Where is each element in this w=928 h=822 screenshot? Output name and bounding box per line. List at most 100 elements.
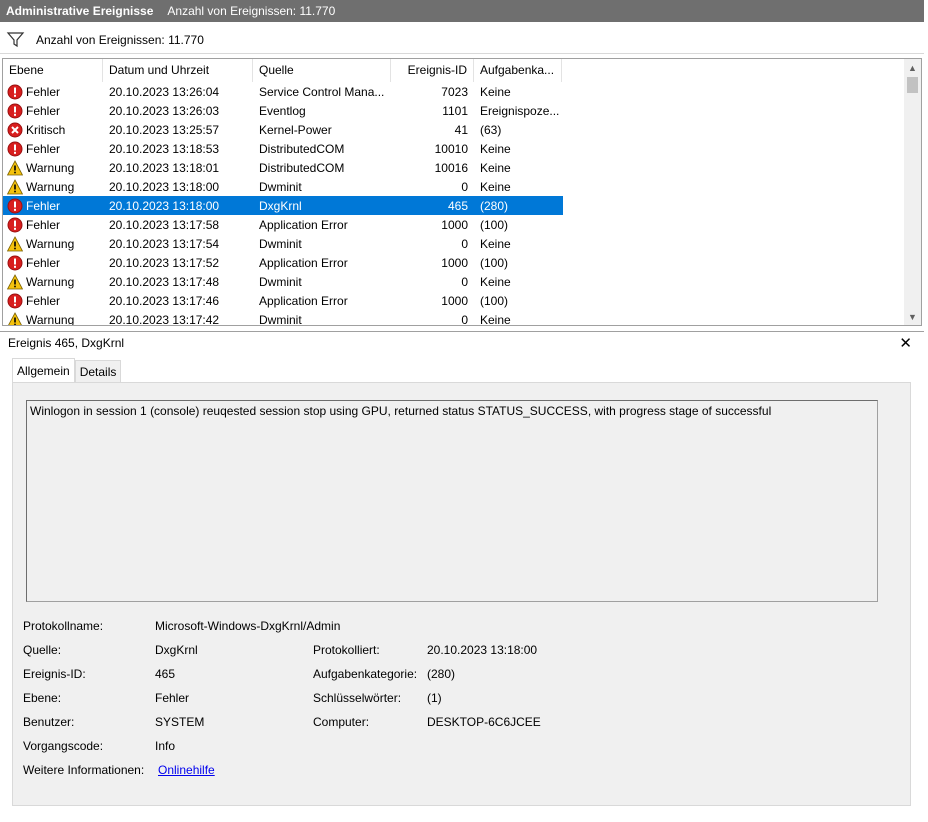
error-icon [7,217,23,233]
event-level-cell: Kritisch [3,122,103,138]
warning-icon [7,311,23,325]
event-row[interactable]: Warnung 20.10.2023 13:18:00 Dwminit 0 Keine [3,177,903,196]
event-row[interactable]: Fehler 20.10.2023 13:18:53 DistributedCOM 1… [3,139,903,158]
error-icon [7,293,23,309]
vertical-scrollbar[interactable]: ▲ ▼ [904,59,921,325]
event-row[interactable]: Fehler 20.10.2023 13:26:03 Eventlog 1101 Ere… [3,101,903,120]
tab-details[interactable]: Details [74,360,122,382]
event-level-text: Warnung [26,160,75,175]
computer-label: Computer: [313,715,370,729]
keywords-value[interactable]: (1) [427,691,442,705]
event-level-cell: Fehler [3,217,103,233]
event-task-cell: Keine [480,160,511,175]
level-value[interactable]: Fehler [155,691,189,705]
event-task-cell: (280) [480,198,509,213]
filter-bar: Anzahl von Ereignissen: 11.770 [0,26,924,54]
scroll-thumb[interactable] [907,77,918,93]
event-row[interactable]: Fehler 20.10.2023 13:17:46 Application Err… [3,291,903,310]
event-date-cell: 20.10.2023 13:18:53 [109,141,220,156]
warning-icon [6,159,24,176]
event-date-cell: 20.10.2023 13:17:46 [109,293,220,308]
event-message[interactable]: Winlogon in session 1 (console) reuqeste… [26,400,878,602]
event-level-text: Fehler [26,141,61,156]
log-name-value[interactable]: Microsoft-Windows-DxgKrnl/Admin [155,619,340,633]
event-row[interactable]: Warnung 20.10.2023 13:17:54 Dwminit 0 Keine [3,234,903,253]
event-id-cell: 1000 [441,255,468,270]
column-header-source[interactable]: Quelle [253,59,391,82]
more-info-label: Weitere Informationen: [23,763,145,777]
event-level-cell: Fehler [3,198,103,214]
event-level-text: Warnung [26,312,75,326]
event-row[interactable]: Fehler 20.10.2023 13:26:04 Service Control… [3,82,903,101]
event-source-cell: Dwminit [259,312,302,326]
user-label: Benutzer: [23,715,75,729]
event-task-cell: Keine [480,141,511,156]
event-level-cell: Fehler [3,103,103,119]
opcode-value[interactable]: Info [155,739,175,753]
event-source-cell: Application Error [259,293,348,308]
close-icon[interactable]: ✕ [899,334,912,352]
event-task-cell: Keine [480,179,511,194]
event-level-text: Kritisch [26,122,66,137]
source-value[interactable]: DxgKrnl [155,643,198,657]
event-level-text: Warnung [26,236,75,251]
event-source-cell: Application Error [259,217,348,232]
scroll-down-icon[interactable]: ▼ [904,308,921,325]
title-bar: Administrative Ereignisse Anzahl von Ere… [0,0,924,22]
column-header-task-category[interactable]: Aufgabenka... [474,59,562,82]
column-header-event-id[interactable]: Ereignis-ID [391,59,474,82]
user-value[interactable]: SYSTEM [155,715,204,729]
task-category-label: Aufgabenkategorie: [313,667,418,681]
scroll-up-icon[interactable]: ▲ [904,59,921,76]
error-icon [7,84,23,100]
event-source-cell: DistributedCOM [259,160,345,175]
column-header-date[interactable]: Datum und Uhrzeit [103,59,253,82]
computer-value[interactable]: DESKTOP-6C6JCEE [427,715,541,729]
event-level-text: Fehler [26,198,61,213]
event-date-cell: 20.10.2023 13:26:03 [109,103,220,118]
event-source-cell: Dwminit [259,236,302,251]
event-row[interactable]: Fehler 20.10.2023 13:17:52 Application Err… [3,253,903,272]
event-id-value[interactable]: 465 [155,667,175,681]
event-level-cell: Fehler [3,255,103,271]
event-row[interactable]: Warnung 20.10.2023 13:17:48 Dwminit 0 Keine [3,272,903,291]
event-level-cell: Warnung [3,159,103,176]
event-date-cell: 20.10.2023 13:17:58 [109,217,220,232]
event-task-cell: (100) [480,255,509,270]
logged-value[interactable]: 20.10.2023 13:18:00 [427,643,537,657]
event-id-cell: 0 [461,274,468,289]
event-level-cell: Fehler [3,293,103,309]
detail-tabs: Allgemein Details [12,358,122,382]
event-row[interactable]: Kritisch 20.10.2023 13:25:57 Kernel-Power 4… [3,120,903,139]
error-icon [7,141,23,157]
event-task-cell: (100) [480,293,509,308]
event-level-text: Fehler [26,103,61,118]
filter-icon[interactable] [6,30,26,50]
event-date-cell: 20.10.2023 13:25:57 [109,122,220,137]
event-row[interactable]: Warnung 20.10.2023 13:18:01 DistributedCOM… [3,158,903,177]
error-icon [7,198,23,214]
event-row[interactable]: Warnung 20.10.2023 13:17:42 Dwminit 0 Keine [3,310,903,326]
event-source-cell: DistributedCOM [259,141,345,156]
event-source-cell: Kernel-Power [259,122,332,137]
general-tab-panel: Winlogon in session 1 (console) reuqeste… [12,382,911,806]
error-icon [7,103,23,119]
warning-icon [6,273,24,290]
task-category-value[interactable]: (280) [427,667,455,681]
online-help-link[interactable]: Onlinehilfe [158,763,215,777]
event-list[interactable]: Ebene Datum und Uhrzeit Quelle Ereignis-… [2,58,922,326]
column-headers: Ebene Datum und Uhrzeit Quelle Ereignis-… [3,59,562,82]
log-name-label: Protokollname: [23,619,104,633]
event-id-cell: 41 [454,122,468,137]
event-row[interactable]: Fehler 20.10.2023 13:17:58 Application Err… [3,215,903,234]
event-task-cell: (100) [480,217,509,232]
event-task-cell: Keine [480,236,511,251]
tab-allgemein[interactable]: Allgemein [12,358,75,382]
event-level-text: Warnung [26,179,75,194]
event-id-cell: 465 [447,198,468,213]
event-task-cell: Keine [480,84,511,99]
event-row[interactable]: Fehler 20.10.2023 13:18:00 DxgKrnl 465 (280) [3,196,563,215]
event-id-cell: 1101 [442,103,468,118]
error-icon [7,255,23,271]
column-header-level[interactable]: Ebene [3,59,103,82]
